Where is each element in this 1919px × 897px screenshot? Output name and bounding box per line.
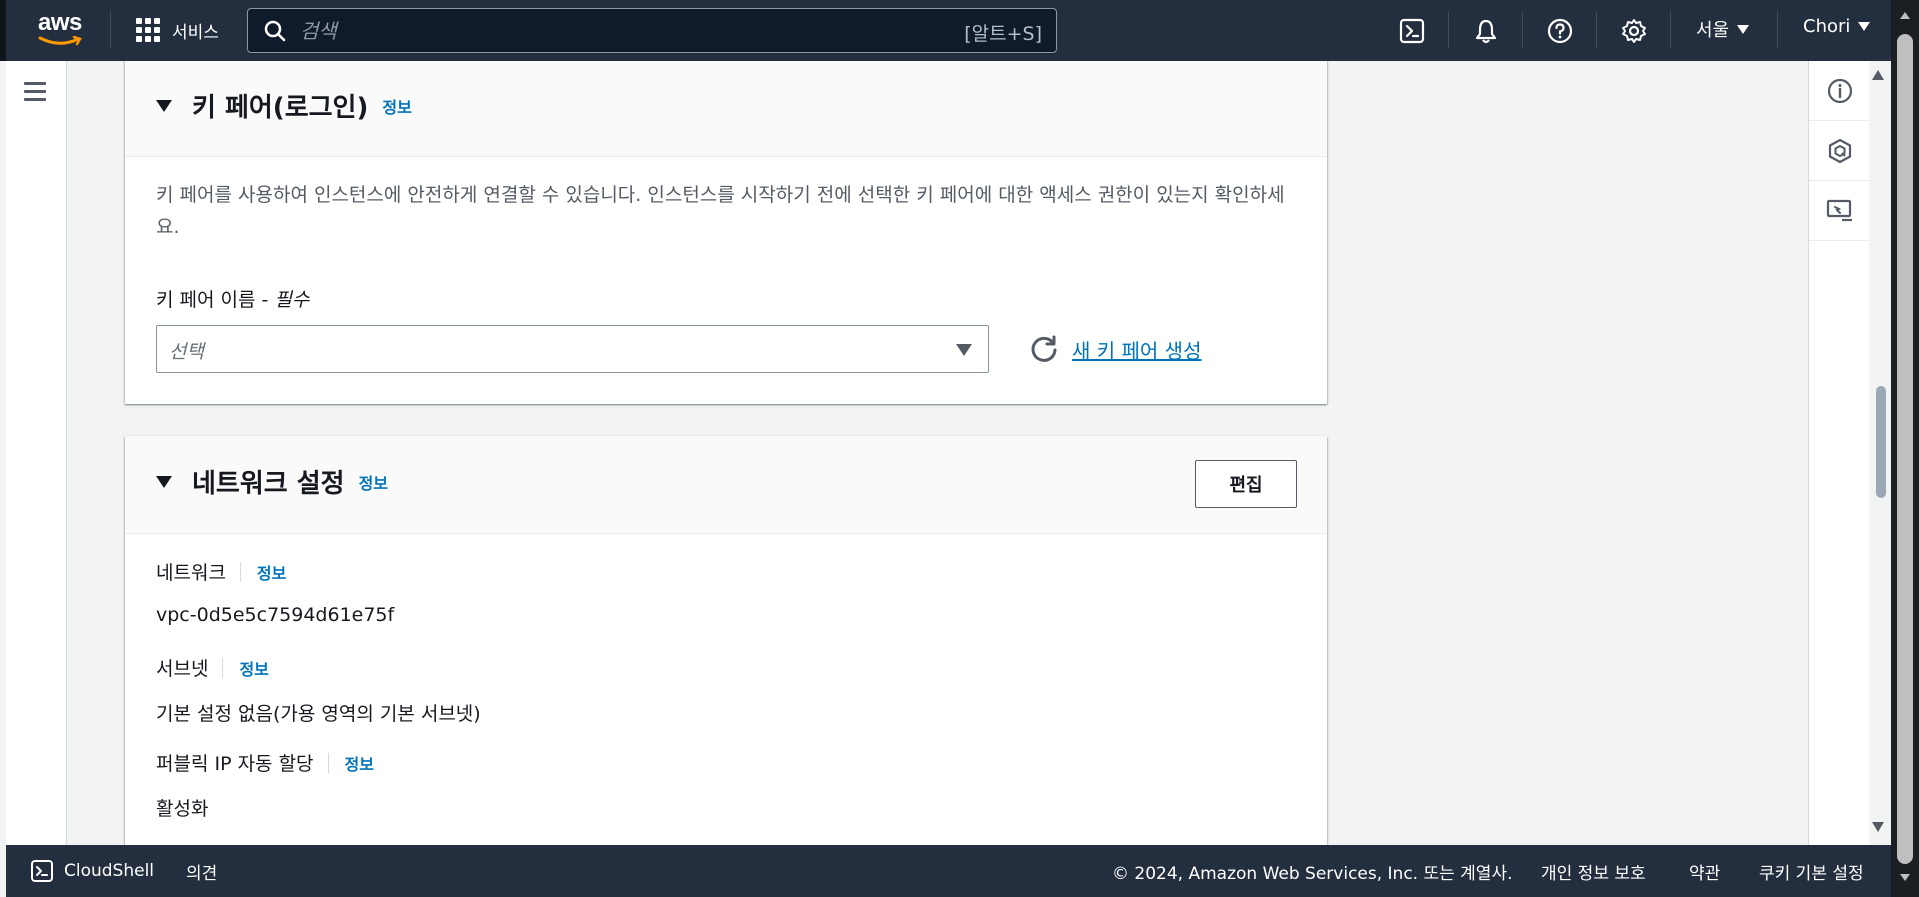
key-pair-panel-header: 키 페어(로그인) 정보 <box>125 61 1327 157</box>
gear-icon <box>1622 19 1646 43</box>
key-pair-name-label-text: 키 페어 이름 - <box>156 289 275 311</box>
divider <box>239 561 241 582</box>
divider <box>327 752 329 773</box>
help-circle-icon <box>1547 18 1573 44</box>
network-settings-panel: 네트워크 설정 정보 편집 네트워크 정보 vpc-0d5e5c7594d61e… <box>125 436 1327 845</box>
nav-divider <box>1777 12 1778 48</box>
public-ip-value: 활성화 <box>156 798 209 820</box>
nav-divider <box>1596 12 1597 48</box>
search-icon <box>264 20 286 42</box>
required-label: 필수 <box>274 289 310 311</box>
network-title-row: 네트워크 설정 정보 <box>156 463 388 500</box>
cloudshell-label: CloudShell <box>64 861 155 881</box>
feedback-link[interactable]: 의견 <box>186 859 217 884</box>
network-title: 네트워크 설정 <box>192 469 345 499</box>
subnet-field-label: 서브넷 정보 <box>156 654 269 681</box>
left-navigation-rail <box>6 61 67 845</box>
main-content: 키 페어(로그인) 정보 키 페어를 사용하여 인스턴스에 안전하게 연결할 수… <box>67 61 1808 845</box>
search-bar[interactable]: [알트+S] <box>247 8 1057 53</box>
subnet-field-info-link[interactable]: 정보 <box>239 656 268 680</box>
key-pair-description: 키 페어를 사용하여 인스턴스에 안전하게 연결할 수 있습니다. 인스턴스를 … <box>156 184 1285 238</box>
window-scrollbar-thumb[interactable] <box>1897 34 1913 864</box>
refresh-key-pairs-button[interactable] <box>1027 332 1061 366</box>
key-pair-title-row: 키 페어(로그인) 정보 <box>156 87 412 124</box>
public-ip-label-text: 퍼블릭 IP 자동 할당 <box>156 753 314 775</box>
scroll-up-arrow-icon[interactable] <box>1899 10 1911 20</box>
footer-bar: CloudShell 의견 © 2024, Amazon Web Service… <box>6 845 1891 897</box>
account-name: Chori <box>1803 16 1851 37</box>
top-navigation: aws 서비스 [알트+S] <box>0 0 1919 61</box>
hexagon-icon <box>1828 138 1851 163</box>
bell-icon <box>1475 19 1497 44</box>
region-selector[interactable]: 서울 <box>1696 16 1750 42</box>
key-pair-title: 키 페어(로그인) <box>192 93 369 123</box>
services-menu-button[interactable]: 서비스 <box>136 15 219 45</box>
subnet-label-text: 서브넷 <box>156 658 209 680</box>
search-shortcut-hint: [알트+S] <box>964 23 1042 45</box>
info-icon <box>1827 78 1852 103</box>
network-info-link[interactable]: 정보 <box>359 470 388 494</box>
vpc-id-value: vpc-0d5e5c7594d61e75f <box>156 604 395 626</box>
help-button[interactable] <box>1543 14 1577 48</box>
public-ip-field-info-link[interactable]: 정보 <box>345 751 374 775</box>
grid-icon <box>136 18 160 42</box>
nav-divider <box>1670 12 1671 48</box>
nav-divider <box>1522 12 1523 48</box>
public-ip-field-label: 퍼블릭 IP 자동 할당 정보 <box>156 749 374 776</box>
cookie-preferences-link[interactable]: 쿠키 기본 설정 <box>1759 859 1864 884</box>
caret-down-icon <box>1737 24 1750 34</box>
terminal-icon <box>31 860 53 882</box>
network-panel-header: 네트워크 설정 정보 편집 <box>125 436 1327 534</box>
caret-down-icon <box>956 344 972 356</box>
divider <box>222 657 224 678</box>
content-scrollbar-thumb[interactable] <box>1876 386 1886 498</box>
terminal-icon <box>1399 18 1425 44</box>
refresh-icon <box>1031 335 1057 362</box>
privacy-link[interactable]: 개인 정보 보호 <box>1541 859 1646 884</box>
key-pair-select[interactable]: 선택 <box>156 325 989 373</box>
settings-button[interactable] <box>1617 14 1651 48</box>
edit-network-button[interactable]: 편집 <box>1195 460 1297 508</box>
region-label: 서울 <box>1696 20 1730 41</box>
hamburger-menu-icon[interactable] <box>24 82 48 102</box>
nav-divider <box>110 12 111 48</box>
aws-logo-text: aws <box>38 9 82 36</box>
copyright-text: © 2024, Amazon Web Services, Inc. 또는 계열사… <box>1112 864 1513 884</box>
cloudshell-footer-button[interactable]: CloudShell <box>30 859 154 883</box>
subnet-value: 기본 설정 없음(가용 영역의 기본 서브넷) <box>156 703 481 725</box>
search-input[interactable] <box>300 18 860 44</box>
network-label-text: 네트워크 <box>156 562 226 584</box>
caret-down-icon <box>1858 22 1871 31</box>
info-panel-button[interactable] <box>1809 61 1870 121</box>
collapse-caret-icon[interactable] <box>156 475 172 488</box>
network-field-label: 네트워크 정보 <box>156 558 286 585</box>
key-pair-panel: 키 페어(로그인) 정보 키 페어를 사용하여 인스턴스에 안전하게 연결할 수… <box>125 61 1327 404</box>
services-label: 서비스 <box>172 22 219 43</box>
account-menu[interactable]: Chori <box>1803 16 1871 37</box>
scroll-down-arrow-icon[interactable] <box>1899 873 1911 883</box>
aws-logo[interactable]: aws <box>38 9 88 48</box>
key-pair-name-label: 키 페어 이름 - 필수 <box>156 285 309 312</box>
window-scrollbar[interactable] <box>1891 0 1919 897</box>
create-key-pair-link[interactable]: 새 키 페어 생성 <box>1072 335 1201 364</box>
notifications-button[interactable] <box>1469 14 1503 48</box>
terms-link[interactable]: 약관 <box>1689 859 1720 884</box>
scroll-up-arrow-icon[interactable] <box>1872 70 1884 80</box>
screen-pointer-icon <box>1826 199 1852 221</box>
scroll-down-arrow-icon[interactable] <box>1872 822 1884 832</box>
key-pair-info-link[interactable]: 정보 <box>382 94 411 118</box>
right-tools-rail <box>1808 61 1870 845</box>
nav-divider <box>1448 12 1449 48</box>
network-field-info-link[interactable]: 정보 <box>257 560 286 584</box>
cloudshell-nav-button[interactable] <box>1395 14 1429 48</box>
aws-smile-icon <box>38 36 82 46</box>
feedback-tool-button[interactable] <box>1809 181 1870 241</box>
collapse-caret-icon[interactable] <box>156 99 172 112</box>
amazon-q-button[interactable] <box>1809 121 1870 181</box>
key-pair-select-placeholder: 선택 <box>169 341 204 363</box>
